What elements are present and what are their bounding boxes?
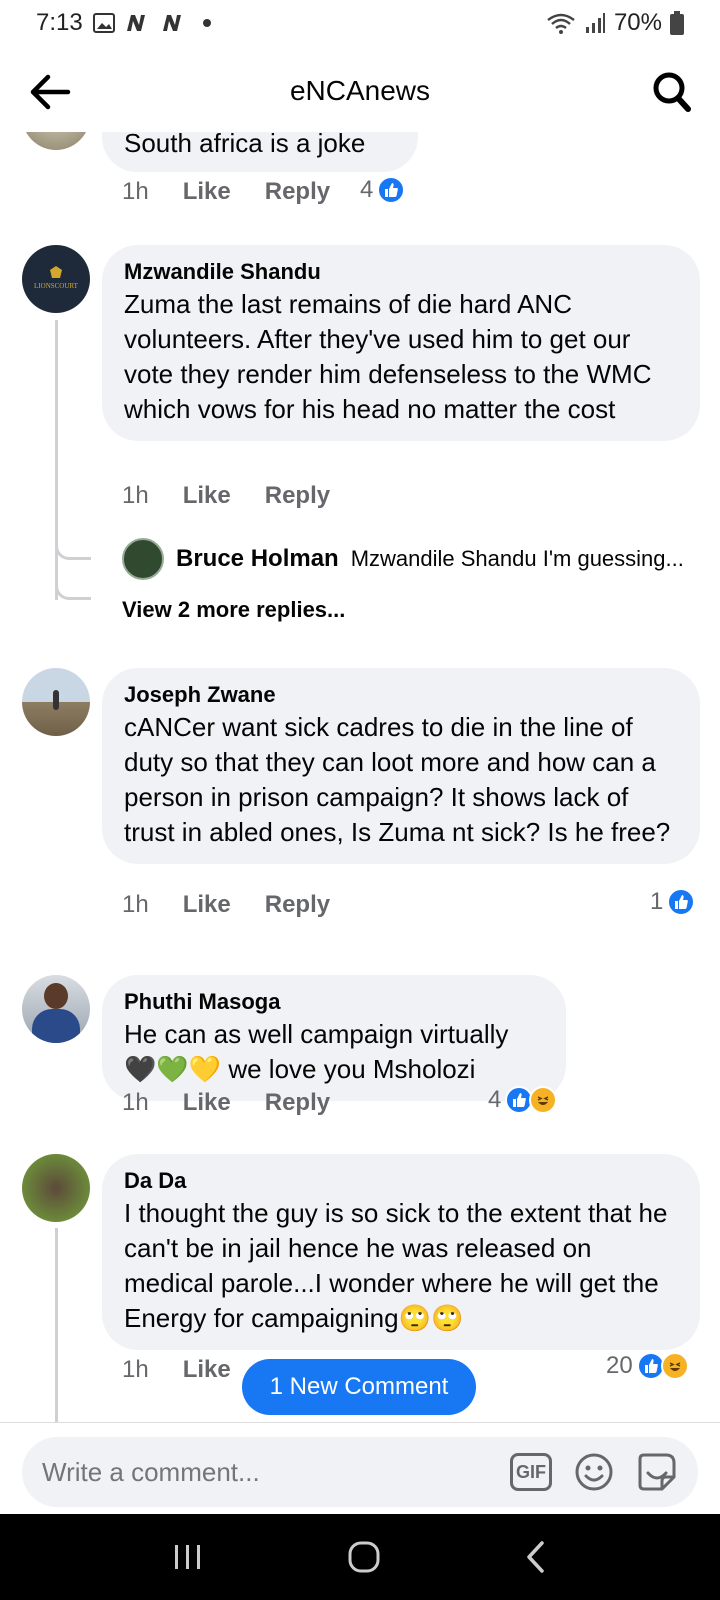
n-notification-icon: [126, 15, 145, 31]
reply-button[interactable]: Reply: [265, 891, 330, 919]
reaction-summary[interactable]: 1: [650, 888, 696, 916]
like-button[interactable]: Like: [183, 178, 231, 206]
like-button[interactable]: Like: [183, 1089, 231, 1117]
status-time: 7:13: [36, 9, 83, 36]
comment-text-line2: 🖤💚💛 we love you Msholozi: [124, 1054, 476, 1084]
reply-button[interactable]: Reply: [265, 482, 330, 510]
view-more-replies-link[interactable]: View 2 more replies...: [122, 597, 345, 623]
gif-icon[interactable]: GIF: [510, 1453, 552, 1491]
new-comment-button[interactable]: 1 New Comment: [242, 1359, 476, 1415]
person-body: [32, 1009, 80, 1043]
dot-icon: [202, 19, 211, 27]
comment-actions: 1h Like Reply: [122, 482, 330, 510]
like-reaction-icon: [667, 888, 696, 916]
emoji-icon[interactable]: [574, 1452, 614, 1492]
reaction-count: 4: [488, 1086, 502, 1113]
battery-icon: [670, 11, 684, 35]
haha-reaction-icon: [529, 1086, 558, 1114]
reaction-count: 1: [650, 888, 664, 915]
composer-icons: GIF: [510, 1451, 678, 1493]
lion-logo-icon: LIONSCOURT: [34, 266, 79, 290]
reaction-summary[interactable]: 4: [360, 176, 406, 204]
status-right: 70%: [546, 9, 684, 37]
reply-text: Mzwandile Shandu I'm guessing...: [350, 546, 684, 571]
avatar[interactable]: [22, 975, 90, 1043]
recent-apps-icon[interactable]: [172, 1543, 204, 1571]
like-button[interactable]: Like: [183, 482, 231, 510]
signal-icon: [585, 13, 605, 33]
search-icon[interactable]: [652, 70, 692, 114]
comment-bubble: Da Da I thought the guy is so sick to th…: [102, 1154, 700, 1350]
reaction-summary[interactable]: 20: [606, 1352, 689, 1380]
status-left: 7:13: [36, 9, 211, 37]
comments-feed[interactable]: South africa is a joke 1h Like Reply 4 L…: [0, 132, 720, 1422]
comment-text: South africa is a joke: [124, 132, 366, 158]
thread-line: [55, 320, 58, 600]
thread-line: [55, 1228, 58, 1422]
system-nav-bar: [0, 1514, 720, 1600]
reaction-count: 4: [360, 176, 374, 203]
comment-input[interactable]: [42, 1456, 510, 1488]
svg-text:LIONSCOURT: LIONSCOURT: [34, 282, 79, 290]
comment-bubble: South africa is a joke: [102, 132, 418, 172]
comment-text: I thought the guy is so sick to the exte…: [124, 1198, 668, 1333]
comment-author[interactable]: Mzwandile Shandu: [124, 257, 678, 287]
reply-button[interactable]: Reply: [265, 178, 330, 206]
comment-composer[interactable]: GIF: [22, 1437, 698, 1507]
reply-button[interactable]: Reply: [265, 1089, 330, 1117]
comment-author[interactable]: Joseph Zwane: [124, 680, 678, 710]
comment-time: 1h: [122, 482, 149, 509]
page-title: eNCAnews: [289, 75, 431, 106]
thread-branch: [55, 532, 91, 560]
comment-time: 1h: [122, 891, 149, 918]
avatar[interactable]: LIONSCOURT: [22, 245, 90, 313]
like-button[interactable]: Like: [183, 1356, 231, 1384]
comment-bubble: Mzwandile Shandu Zuma the last remains o…: [102, 245, 700, 441]
reaction-summary[interactable]: 4: [488, 1086, 558, 1114]
comment-time: 1h: [122, 1356, 149, 1383]
reaction-count: 20: [606, 1352, 633, 1379]
wifi-icon: [547, 13, 575, 34]
reply-author: Bruce Holman: [176, 545, 339, 572]
status-bar: 7:13 70%: [0, 0, 720, 46]
comment-text: He can as well campaign virtually: [124, 1019, 509, 1049]
comment-bubble: Phuthi Masoga He can as well campaign vi…: [102, 975, 566, 1101]
comment-author[interactable]: Phuthi Masoga: [124, 987, 544, 1017]
like-reaction-icon: [377, 176, 406, 204]
home-icon[interactable]: [347, 1540, 381, 1574]
comment-bubble: Joseph Zwane cANCer want sick cadres to …: [102, 668, 700, 864]
reply-avatar: [122, 538, 164, 580]
comment-actions: 1h Like Reply: [122, 891, 330, 919]
like-button[interactable]: Like: [183, 891, 231, 919]
comment-time: 1h: [122, 178, 149, 205]
sticker-icon[interactable]: [636, 1451, 678, 1493]
avatar[interactable]: [22, 1154, 90, 1222]
avatar[interactable]: [22, 132, 90, 150]
back-arrow-icon[interactable]: [28, 72, 72, 112]
gallery-notification-icon: [92, 13, 115, 33]
thread-branch: [55, 572, 91, 600]
haha-reaction-icon: [660, 1352, 689, 1380]
comment-actions: 1h Like Reply: [122, 178, 330, 206]
comment-text: Zuma the last remains of die hard ANC vo…: [124, 289, 652, 424]
battery-percent: 70%: [613, 9, 662, 36]
comment-actions: 1h Like Reply: [122, 1089, 330, 1117]
comment-actions: 1h Like: [122, 1356, 231, 1384]
comment-author[interactable]: Da Da: [124, 1166, 678, 1196]
comment-time: 1h: [122, 1089, 149, 1116]
heart-emojis: 🖤💚💛: [124, 1054, 222, 1084]
n-notification-icon-2: [162, 15, 181, 31]
avatar[interactable]: [22, 668, 90, 736]
reply-preview[interactable]: Bruce Holman Mzwandile Shandu I'm guessi…: [122, 538, 684, 580]
app-bar: eNCAnews: [0, 60, 720, 122]
person-silhouette: [53, 690, 59, 710]
comment-text: cANCer want sick cadres to die in the li…: [124, 712, 671, 847]
back-nav-icon[interactable]: [524, 1540, 548, 1574]
comment-composer-bar: GIF: [0, 1422, 720, 1514]
person-head: [44, 983, 68, 1009]
